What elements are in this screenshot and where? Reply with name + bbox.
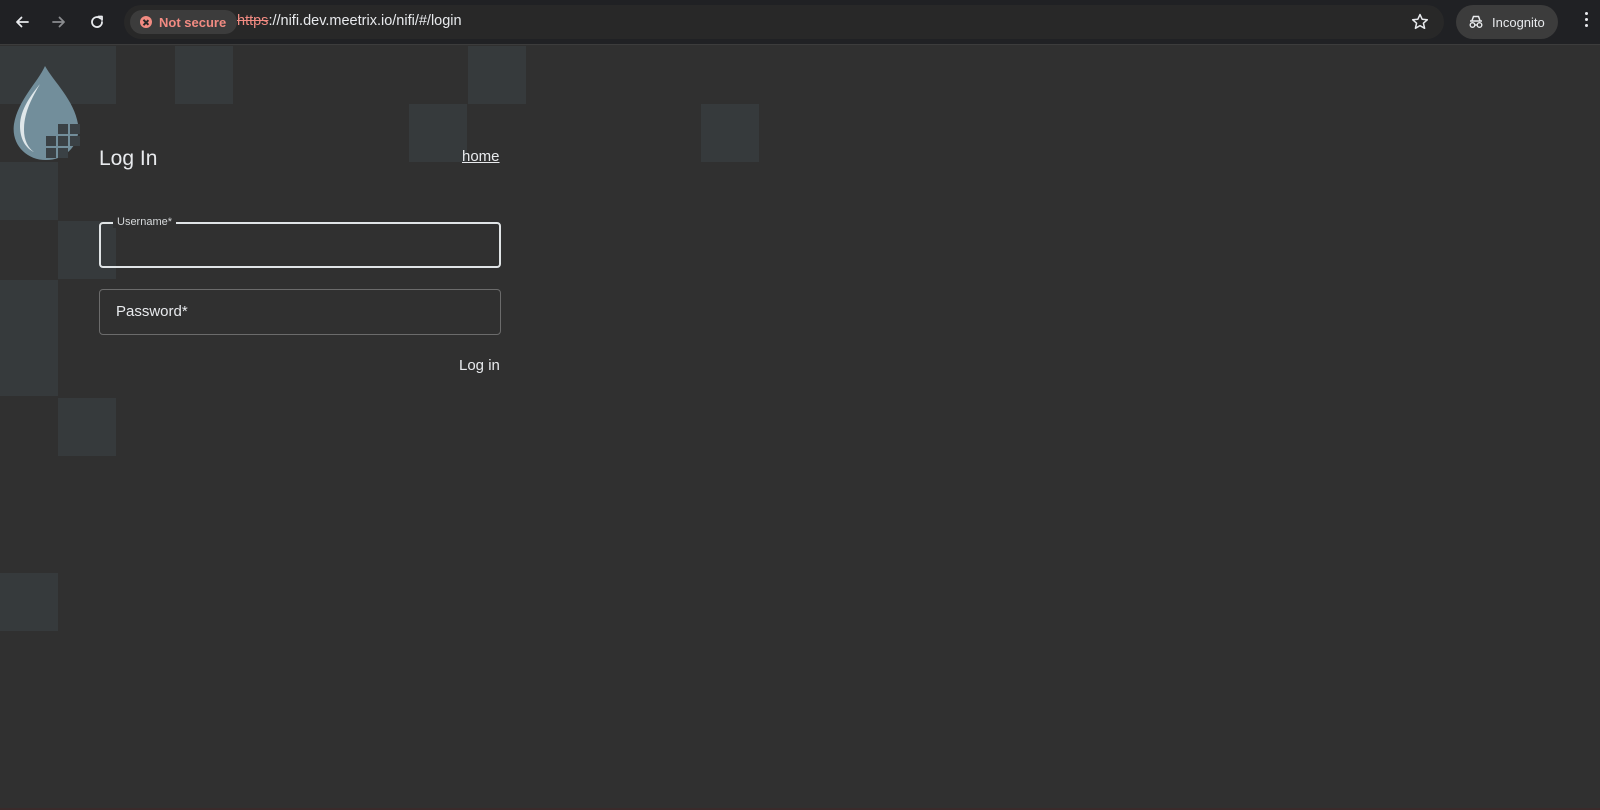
- back-button[interactable]: [8, 8, 36, 36]
- page-title: Log In: [99, 147, 158, 170]
- background-tile: [0, 573, 58, 631]
- home-link[interactable]: home: [462, 148, 500, 165]
- login-button[interactable]: Log in: [459, 357, 500, 374]
- forward-button[interactable]: [45, 8, 73, 36]
- kebab-menu-icon[interactable]: [1583, 12, 1589, 32]
- incognito-label: Incognito: [1492, 14, 1545, 30]
- reload-button[interactable]: [83, 8, 111, 36]
- background-tile: [0, 162, 58, 220]
- reload-icon: [91, 15, 103, 28]
- browser-toolbar: Not secure https://nifi.dev.meetrix.io/n…: [0, 0, 1600, 45]
- background-tile: [0, 338, 58, 396]
- security-chip[interactable]: Not secure: [130, 10, 238, 34]
- background-tile: [0, 280, 58, 338]
- security-label: Not secure: [159, 14, 227, 30]
- background-tile: [409, 104, 467, 162]
- password-field[interactable]: Password*: [99, 289, 501, 335]
- forward-arrow-icon: [52, 16, 65, 28]
- background-tile: [58, 398, 116, 456]
- password-label: Password*: [116, 303, 188, 320]
- username-label: Username*: [113, 216, 177, 228]
- url-text[interactable]: https://nifi.dev.meetrix.io/nifi/#/login: [237, 13, 462, 29]
- address-bar[interactable]: Not secure https://nifi.dev.meetrix.io/n…: [124, 5, 1444, 39]
- error-icon: [140, 16, 152, 28]
- username-input[interactable]: [101, 224, 499, 266]
- background-tile: [701, 104, 759, 162]
- background-tile: [175, 46, 233, 104]
- incognito-icon: [1469, 15, 1483, 28]
- back-arrow-icon: [16, 16, 29, 28]
- incognito-badge[interactable]: Incognito: [1456, 5, 1558, 39]
- nifi-logo: [13, 66, 80, 160]
- login-page: Log In home Username* Password* Log in: [0, 46, 1600, 810]
- url-path: ://nifi.dev.meetrix.io/nifi/#/login: [268, 13, 462, 29]
- url-scheme: https: [237, 13, 269, 29]
- username-field[interactable]: Username*: [99, 216, 501, 268]
- star-icon[interactable]: [1410, 12, 1430, 32]
- background-tile: [468, 46, 526, 104]
